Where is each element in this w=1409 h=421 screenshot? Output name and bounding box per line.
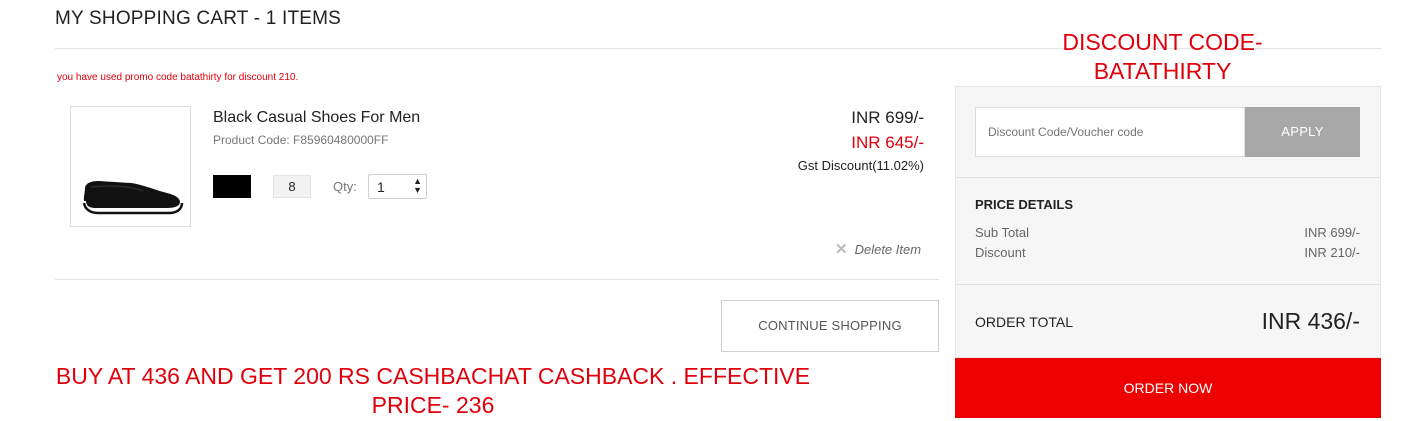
delete-item-label: Delete Item [854,242,922,257]
size-indicator: 8 [273,175,311,198]
item-divider [55,279,939,280]
discounted-price: INR 645/- [851,133,924,152]
discount-code-annotation-line1: DISCOUNT CODE- [1062,29,1263,55]
cashback-annotation-line1: BUY AT 436 AND GET 200 RS CASHBACHAT CAS… [55,363,811,389]
product-thumbnail[interactable] [70,106,191,227]
shoe-image [82,181,184,215]
summary-divider [956,284,1380,285]
cashback-annotation: BUY AT 436 AND GET 200 RS CASHBACHAT CAS… [38,362,828,420]
product-name[interactable]: Black Casual Shoes For Men [213,109,420,127]
subtotal-label: Sub Total [975,225,1029,240]
continue-shopping-button[interactable]: CONTINUE SHOPPING [721,300,939,352]
quantity-select[interactable]: 1 ▲ ▼ [368,174,427,199]
cashback-annotation-line2: PRICE- 236 [371,392,495,418]
product-code: Product Code: F85960480000FF [213,133,389,147]
promo-applied-message: you have used promo code batathirty for … [57,72,299,83]
summary-divider [956,177,1380,178]
discount-label: Discount [975,245,1026,260]
price-details-title: PRICE DETAILS [975,197,1073,212]
order-total-value: INR 436/- [1261,308,1360,334]
subtotal-value: INR 699/- [1304,225,1360,240]
discount-code-input[interactable] [975,107,1245,157]
close-icon: ✕ [835,241,848,258]
order-now-button[interactable]: ORDER NOW [955,358,1381,418]
color-swatch [213,175,251,198]
original-price: INR 699/- [851,108,924,127]
discount-code-annotation-line2: BATATHIRTY [1093,58,1232,84]
select-arrows-icon: ▲ ▼ [413,176,422,195]
quantity-value: 1 [377,179,385,195]
discount-code-annotation: DISCOUNT CODE- BATATHIRTY [1040,28,1285,86]
apply-button[interactable]: APPLY [1245,107,1360,157]
gst-discount: Gst Discount(11.02%) [797,158,924,173]
qty-label: Qty: [333,179,357,194]
order-total-label: ORDER TOTAL [975,314,1074,330]
page-title: MY SHOPPING CART - 1 ITEMS [55,8,342,29]
discount-value: INR 210/- [1304,245,1360,260]
delete-item-button[interactable]: ✕ Delete Item [835,240,921,258]
